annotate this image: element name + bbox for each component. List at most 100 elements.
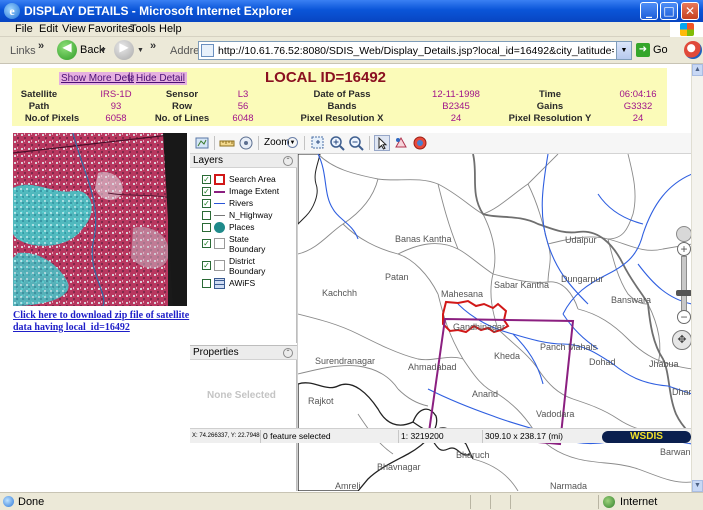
layer-item-image-extent[interactable]: ✓ Image Extent	[202, 186, 297, 198]
place-label: Gandhinagar	[453, 322, 506, 332]
zoom-panel-magnifier-icon[interactable]	[676, 226, 691, 242]
detail-label: Date of Pass	[313, 89, 371, 100]
links-label[interactable]: Links	[10, 45, 36, 57]
toolbar-extension-icon[interactable]	[684, 41, 702, 59]
layer-item-search-area[interactable]: ✓ Search Area	[202, 174, 297, 186]
scroll-down-icon[interactable]: ▼	[692, 480, 703, 492]
place-label: Kheda	[494, 351, 521, 361]
place-label: Anand	[472, 389, 499, 399]
links-chevron-icon[interactable]: »	[38, 40, 44, 52]
place-label: Kachchh	[322, 288, 358, 298]
layer-item-district-boundary[interactable]: ✓ District Boundary	[202, 256, 297, 278]
zoom-slider-track[interactable]	[681, 256, 687, 312]
layer-item-n-highway[interactable]: N_Highway	[202, 210, 297, 222]
properties-header: Properties ⌃	[190, 346, 297, 360]
detail-label: Pixel Resolution X	[300, 113, 384, 124]
layer-item-awifs[interactable]: AWiFS	[202, 278, 297, 290]
select-pointer-icon[interactable]	[374, 135, 390, 151]
detail-label: Sensor	[165, 89, 199, 100]
pan-control-icon[interactable]: ✥	[672, 330, 691, 350]
place-label: Udaipur	[565, 235, 597, 245]
place-label: Banswara	[611, 295, 652, 305]
scroll-up-icon[interactable]: ▲	[692, 64, 703, 76]
close-button[interactable]: ✕	[681, 2, 699, 20]
layer-item-rivers[interactable]: ✓ Rivers	[202, 198, 297, 210]
search-area-symbol-icon	[214, 174, 225, 185]
menu-help[interactable]: Help	[159, 23, 182, 35]
menu-file[interactable]: File	[15, 23, 33, 35]
layer-checkbox-checked[interactable]: ✓	[202, 261, 211, 270]
menu-edit[interactable]: Edit	[39, 23, 58, 35]
address-url[interactable]: http://10.61.76.52:8080/SDIS_Web/Display…	[218, 45, 614, 57]
layer-item-state-boundary[interactable]: ✓ State Boundary	[202, 234, 297, 256]
zoom-slider-thumb[interactable]	[676, 290, 691, 296]
layer-checkbox-checked[interactable]: ✓	[202, 175, 211, 184]
menu-bar: File Edit View Favorites Tools Help	[0, 22, 703, 37]
page-scrollbar[interactable]: ▲ ▼	[691, 64, 703, 492]
place-label: Amreli	[335, 481, 361, 491]
state-boundary-symbol-icon	[214, 238, 225, 249]
properties-title: Properties	[193, 347, 239, 358]
detail-value: 6058	[105, 113, 127, 124]
layer-item-places[interactable]: Places	[202, 222, 297, 234]
select-features-icon[interactable]	[393, 135, 409, 151]
detail-value: G3332	[623, 101, 653, 112]
forward-dropdown-icon[interactable]: ▼	[137, 47, 144, 54]
hide-detail-link[interactable]: Hide Detail	[134, 72, 187, 85]
layer-checkbox-unchecked[interactable]	[202, 279, 211, 288]
layer-checkbox-checked[interactable]: ✓	[202, 239, 211, 248]
download-zip-link[interactable]: Click here to download zip file of satel…	[13, 310, 193, 334]
toolbar-chevron-icon[interactable]: »	[150, 40, 156, 52]
local-id-heading: LOCAL ID=16492	[265, 69, 387, 86]
place-label: Dohad	[589, 357, 616, 367]
status-divider	[598, 495, 599, 509]
layer-checkbox-checked[interactable]: ✓	[202, 187, 211, 196]
layer-checkbox-unchecked[interactable]	[202, 223, 211, 232]
zoom-box-icon[interactable]	[310, 135, 326, 151]
address-bar[interactable]: http://10.61.76.52:8080/SDIS_Web/Display…	[198, 41, 632, 60]
detail-value: 24	[632, 113, 644, 124]
zoom-dropdown-icon[interactable]: ▼	[287, 137, 298, 148]
place-label: Bhavnagar	[377, 462, 421, 472]
collapse-properties-icon[interactable]: ⌃	[283, 348, 293, 358]
clear-selection-icon[interactable]	[412, 135, 428, 151]
address-dropdown-icon[interactable]: ▼	[616, 42, 631, 59]
back-dropdown-icon[interactable]: ▼	[100, 47, 107, 54]
zoom-out-icon[interactable]	[348, 135, 364, 151]
none-selected-text: None Selected	[207, 390, 276, 401]
detail-label: Satellite	[20, 89, 58, 100]
detail-label: Path	[28, 101, 50, 112]
map-zoom-out-button[interactable]: −	[677, 310, 691, 324]
zoom-in-icon[interactable]	[329, 135, 345, 151]
internet-zone-icon	[603, 496, 615, 508]
place-label: Dungarpur	[561, 274, 604, 284]
layers-title: Layers	[193, 155, 224, 166]
layer-label: Image Extent	[229, 186, 280, 196]
map-overview-icon[interactable]	[194, 135, 210, 151]
measure-icon[interactable]	[219, 135, 235, 151]
back-button[interactable]: ◀ Back ▼	[57, 40, 109, 60]
toolbar-separator	[304, 136, 305, 150]
detail-label: Pixel Resolution Y	[508, 113, 592, 124]
forward-button[interactable]: ▶ ▼	[114, 40, 144, 60]
go-button[interactable]: ➜ Go	[636, 41, 668, 60]
menu-favorites[interactable]: Favorites	[88, 23, 133, 35]
maximize-button[interactable]: □	[660, 2, 678, 20]
map-scale-text: 1: 3219200	[398, 430, 482, 443]
place-label: Dhar	[672, 387, 691, 397]
toolbar-separator	[369, 136, 370, 150]
layer-checkbox-unchecked[interactable]	[202, 211, 211, 220]
back-arrow-icon: ◀	[57, 40, 77, 60]
collapse-layers-icon[interactable]: ⌃	[283, 156, 293, 166]
zoom-label[interactable]: Zoom	[264, 137, 290, 148]
menu-tools[interactable]: Tools	[130, 23, 156, 35]
menu-view[interactable]: View	[62, 23, 86, 35]
satellite-thumbnail[interactable]	[13, 133, 187, 306]
details-panel: Show More Detail || Hide Detail LOCAL ID…	[12, 68, 667, 126]
layer-label: District Boundary	[229, 256, 266, 276]
go-label: Go	[653, 44, 668, 56]
map-zoom-in-button[interactable]: +	[677, 242, 691, 256]
minimize-button[interactable]: _	[640, 2, 658, 20]
identify-icon[interactable]	[238, 135, 254, 151]
layer-checkbox-checked[interactable]: ✓	[202, 199, 211, 208]
